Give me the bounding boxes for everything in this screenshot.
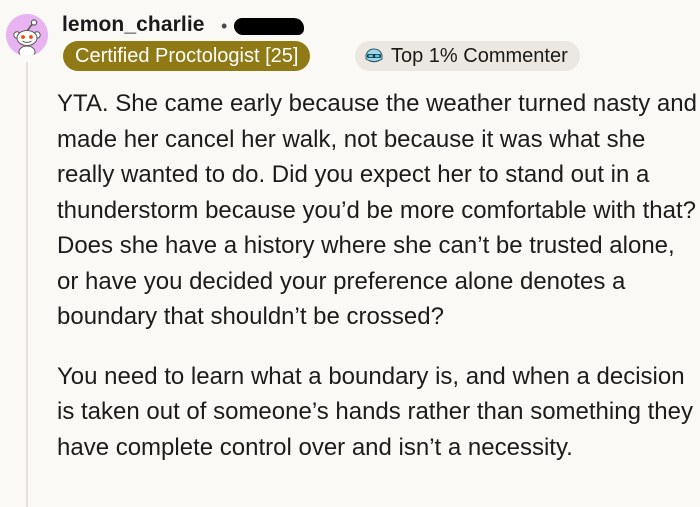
separator-dot: • [221, 16, 228, 36]
user-avatar[interactable] [6, 14, 48, 56]
comment-body: YTA. She came early because the weather … [57, 86, 697, 465]
user-flair: Certified Proctologist [25] [63, 41, 311, 71]
top-commenter-icon [363, 45, 385, 67]
redacted-timestamp [234, 18, 304, 35]
comment-paragraph: YTA. She came early because the weather … [57, 90, 697, 330]
comment-paragraph: You need to learn what a boundary is, an… [57, 362, 693, 461]
username-link[interactable]: lemon_charlie [62, 13, 205, 37]
comment: lemon_charlie • Certified Proctologist [… [0, 0, 700, 507]
thread-line[interactable] [26, 62, 28, 507]
badge-label: Top 1% Commenter [391, 45, 568, 67]
snoo-avatar-icon [6, 14, 48, 56]
top-commenter-badge[interactable]: Top 1% Commenter [355, 41, 580, 71]
